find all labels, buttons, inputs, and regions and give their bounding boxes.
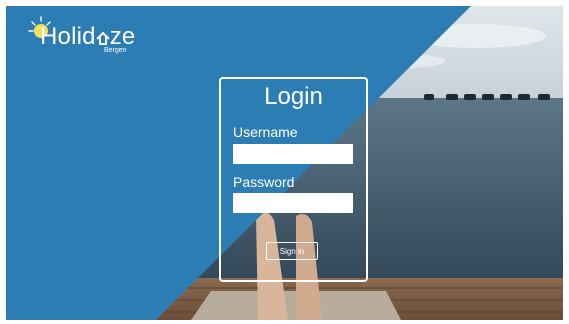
username-label: Username bbox=[233, 124, 298, 140]
login-form: Login Username Password Sign in bbox=[219, 77, 368, 282]
house-icon bbox=[95, 31, 110, 45]
brand-logo[interactable]: Holid ze Bergen bbox=[24, 14, 144, 62]
brand-name-prefix: Holid bbox=[40, 23, 96, 50]
brand-subtitle: Bergen bbox=[104, 47, 127, 54]
sign-in-button[interactable]: Sign in bbox=[266, 242, 318, 260]
app-stage: Holid ze Bergen Login Username Password S… bbox=[6, 6, 563, 320]
password-field[interactable] bbox=[233, 193, 353, 213]
login-title: Login bbox=[264, 83, 323, 110]
password-label: Password bbox=[233, 174, 295, 190]
brand-name-suffix: ze bbox=[109, 23, 136, 50]
username-field[interactable] bbox=[233, 144, 353, 164]
